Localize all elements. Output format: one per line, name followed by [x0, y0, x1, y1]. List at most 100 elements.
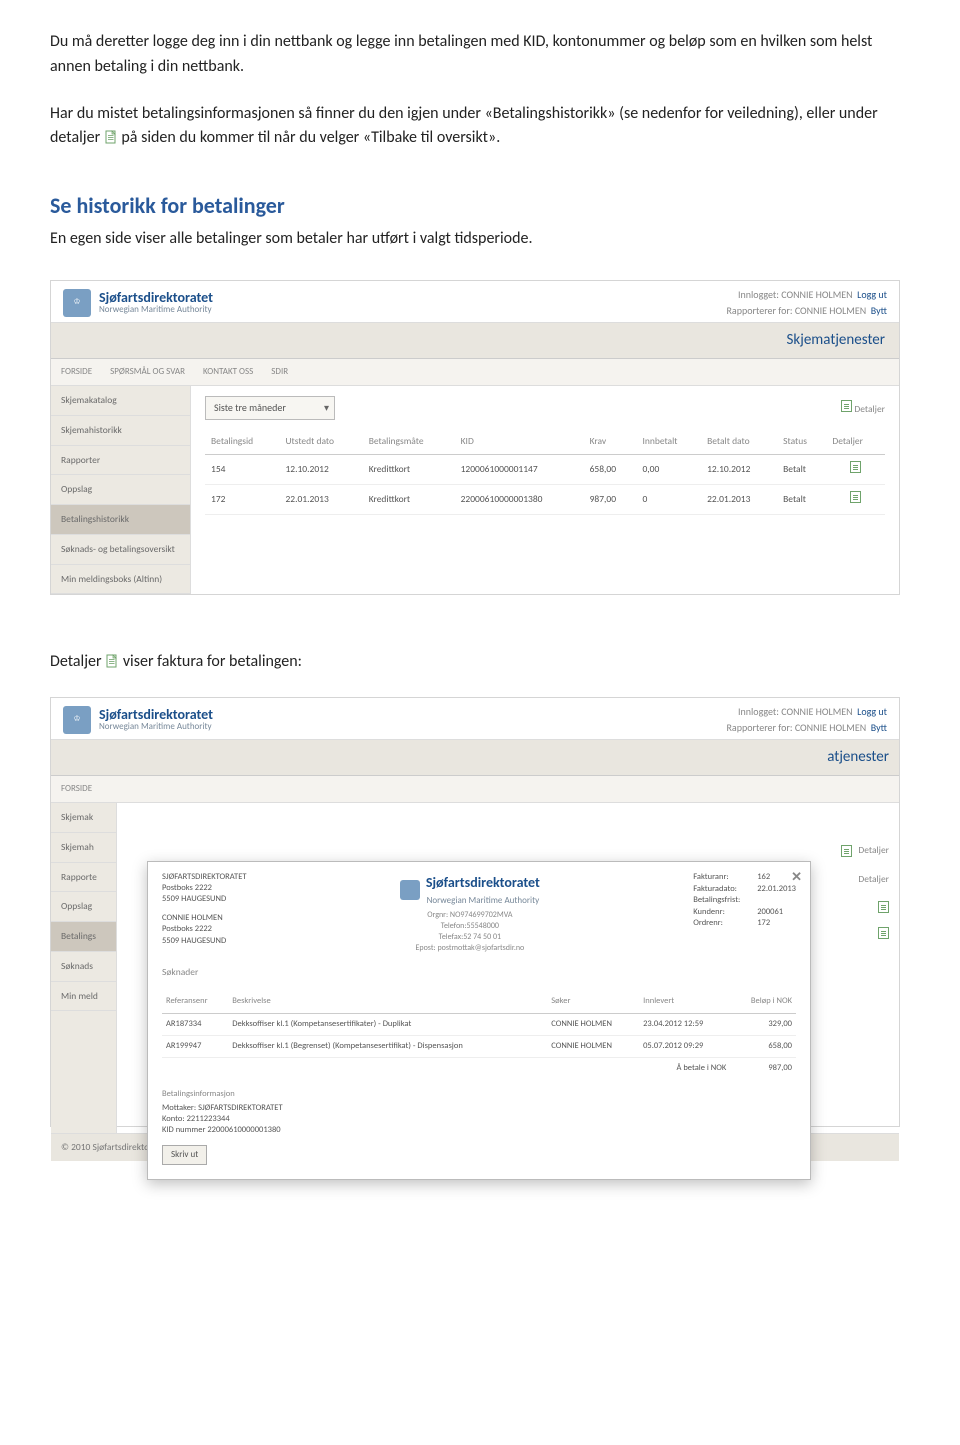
brand-bar: atjenester	[51, 739, 899, 776]
soknader-label: Søknader	[162, 965, 796, 980]
cell: 658,00	[730, 1035, 796, 1057]
table-row: 154 12.10.2012 Kredittkort 1200061000001…	[205, 455, 885, 485]
nav-faq[interactable]: SPØRSMÅL OG SVAR	[110, 365, 185, 379]
report-label: Rapporterer for:	[726, 304, 792, 317]
th-innbetalt: Innbetalt	[636, 428, 701, 455]
th-betalingsid: Betalingsid	[205, 428, 279, 455]
invoice-total-row: Å betale i NOK 987,00	[162, 1057, 796, 1079]
total-label: Å betale i NOK	[162, 1057, 730, 1079]
k: Kundenr:	[693, 907, 753, 918]
sidebar-skjemahistorikk[interactable]: Skjemahistorikk	[51, 416, 190, 446]
document-icon[interactable]	[878, 927, 889, 939]
nav-forside[interactable]: FORSIDE	[61, 365, 92, 379]
th-krav: Krav	[584, 428, 637, 455]
cell: 0	[636, 485, 701, 515]
document-icon[interactable]	[878, 901, 889, 913]
th: Søker	[547, 991, 639, 1013]
details-icon[interactable]	[850, 461, 861, 473]
nav-forside[interactable]: FORSIDE	[61, 782, 92, 796]
side-menu: Skjemakatalog Skjemahistorikk Rapporter …	[51, 386, 191, 594]
sidebar-item[interactable]: Oppslag	[51, 892, 116, 922]
v: 172	[757, 918, 770, 929]
user-info: Innlogget: CONNIE HOLMEN Logg ut Rapport…	[726, 287, 887, 318]
sidebar-skjemakatalog[interactable]: Skjemakatalog	[51, 386, 190, 416]
cell: 22000610000001380	[455, 485, 584, 515]
report-name: CONNIE HOLMEN	[795, 304, 866, 317]
table-row: AR187334 Dekksoffiser kl.1 (Kompetansese…	[162, 1013, 796, 1035]
print-button[interactable]: Skriv ut	[162, 1145, 207, 1165]
to-line2: 5509 HAUGESUND	[162, 936, 247, 947]
sidebar-item[interactable]: Skjemak	[51, 803, 116, 833]
k: Betalingsfrist:	[693, 895, 753, 906]
contact-line: Epost: postmottak@sjofartsdir.no	[267, 943, 674, 954]
invoice-modal: ✕ SJØFARTSDIREKTORATET Postboks 2222 550…	[147, 861, 811, 1180]
cell: 329,00	[730, 1013, 796, 1035]
cell: 987,00	[584, 485, 637, 515]
logo: ♔ Sjøfartsdirektoratet Norwegian Maritim…	[63, 287, 213, 318]
org-name: Sjøfartsdirektoratet	[426, 874, 540, 891]
logout-link[interactable]: Logg ut	[857, 705, 887, 718]
intro-p3: En egen side viser alle betalinger som b…	[50, 227, 910, 252]
close-icon[interactable]: ✕	[791, 868, 802, 888]
brand-bar: Skjematjenester	[51, 322, 899, 359]
sidebar-betalingshistorikk[interactable]: Betalingshistorikk	[51, 505, 190, 535]
details-icon[interactable]	[850, 491, 861, 503]
report-label: Rapporterer for:	[726, 721, 792, 734]
table-row: AR199947 Dekksoffiser kl.1 (Begrenset) (…	[162, 1035, 796, 1057]
cell: 154	[205, 455, 279, 485]
invoice-lines-table: Referansenr Beskrivelse Søker Innlevert …	[162, 991, 796, 1079]
logo-crown-icon	[400, 880, 420, 900]
sidebar-item[interactable]: Min meld	[51, 982, 116, 1012]
th-detaljer: Detaljer	[826, 428, 885, 455]
top-nav: FORSIDE SPØRSMÅL OG SVAR KONTAKT OSS SDI…	[51, 359, 899, 386]
invoice-logo-block: Sjøfartsdirektoratet Norwegian Maritime …	[267, 872, 674, 954]
period-select[interactable]: Siste tre måneder	[205, 396, 335, 420]
bytt-link[interactable]: Bytt	[871, 304, 887, 317]
sidebar-rapporter[interactable]: Rapporter	[51, 446, 190, 476]
document-icon	[104, 130, 118, 144]
to-name: CONNIE HOLMEN	[162, 913, 247, 924]
logout-link[interactable]: Logg ut	[857, 288, 887, 301]
th: Beskrivelse	[228, 991, 547, 1013]
sidebar-item[interactable]: Rapporte	[51, 863, 116, 893]
report-name: CONNIE HOLMEN	[795, 721, 866, 734]
org-name: Sjøfartsdirektoratet	[99, 291, 213, 305]
th: Referansenr	[162, 991, 228, 1013]
sidebar-item[interactable]: Betalings	[51, 922, 116, 952]
side-menu: Skjemak Skjemah Rapporte Oppslag Betalin…	[51, 803, 117, 1133]
document-icon	[841, 845, 852, 857]
sidebar-oppslag[interactable]: Oppslag	[51, 475, 190, 505]
intro-p1: Du må deretter logge deg inn i din nettb…	[50, 30, 910, 80]
org-subtitle: Norwegian Maritime Authority	[99, 305, 213, 315]
contact-line: Telefax:52 74 50 01	[267, 932, 674, 943]
pay-head: Betalingsinformasjon	[162, 1089, 796, 1100]
nav-kontakt[interactable]: KONTAKT OSS	[203, 365, 253, 379]
pay-k: KID nummer	[162, 1125, 205, 1135]
app-header: ♔ Sjøfartsdirektoratet Norwegian Maritim…	[51, 281, 899, 322]
invoice-meta: Fakturanr:162 Fakturadato:22.01.2013 Bet…	[693, 872, 796, 954]
screenshot-history: ♔ Sjøfartsdirektoratet Norwegian Maritim…	[50, 280, 900, 595]
section-heading: Se historikk for betalinger	[50, 189, 910, 223]
th-mate: Betalingsmåte	[363, 428, 455, 455]
pay-k: Konto:	[162, 1114, 185, 1124]
cell: AR199947	[162, 1035, 228, 1057]
cell: Dekksoffiser kl.1 (Kompetansesertifikate…	[228, 1013, 547, 1035]
sidebar-soknads-oversikt[interactable]: Søknads- og betalingsoversikt	[51, 535, 190, 565]
cell: 05.07.2012 09:29	[639, 1035, 730, 1057]
cell: CONNIE HOLMEN	[547, 1035, 639, 1057]
sidebar-item[interactable]: Skjemah	[51, 833, 116, 863]
logged-label: Innlogget:	[738, 288, 779, 301]
logo-crown-icon: ♔	[63, 289, 91, 317]
sidebar-meldingsboks[interactable]: Min meldingsboks (Altinn)	[51, 565, 190, 595]
bytt-link[interactable]: Bytt	[871, 721, 887, 734]
screenshot-invoice: ♔ Sjøfartsdirektoratet Norwegian Maritim…	[50, 697, 900, 1127]
cell: Kredittkort	[363, 455, 455, 485]
logged-name: CONNIE HOLMEN	[781, 288, 852, 301]
nav-sdir[interactable]: SDIR	[271, 365, 288, 379]
th: Innlevert	[639, 991, 730, 1013]
pay-k: Mottaker:	[162, 1103, 196, 1113]
v: 200061	[757, 907, 783, 918]
cell: 172	[205, 485, 279, 515]
sidebar-item[interactable]: Søknads	[51, 952, 116, 982]
legend-detaljer: Detaljer	[854, 403, 885, 415]
